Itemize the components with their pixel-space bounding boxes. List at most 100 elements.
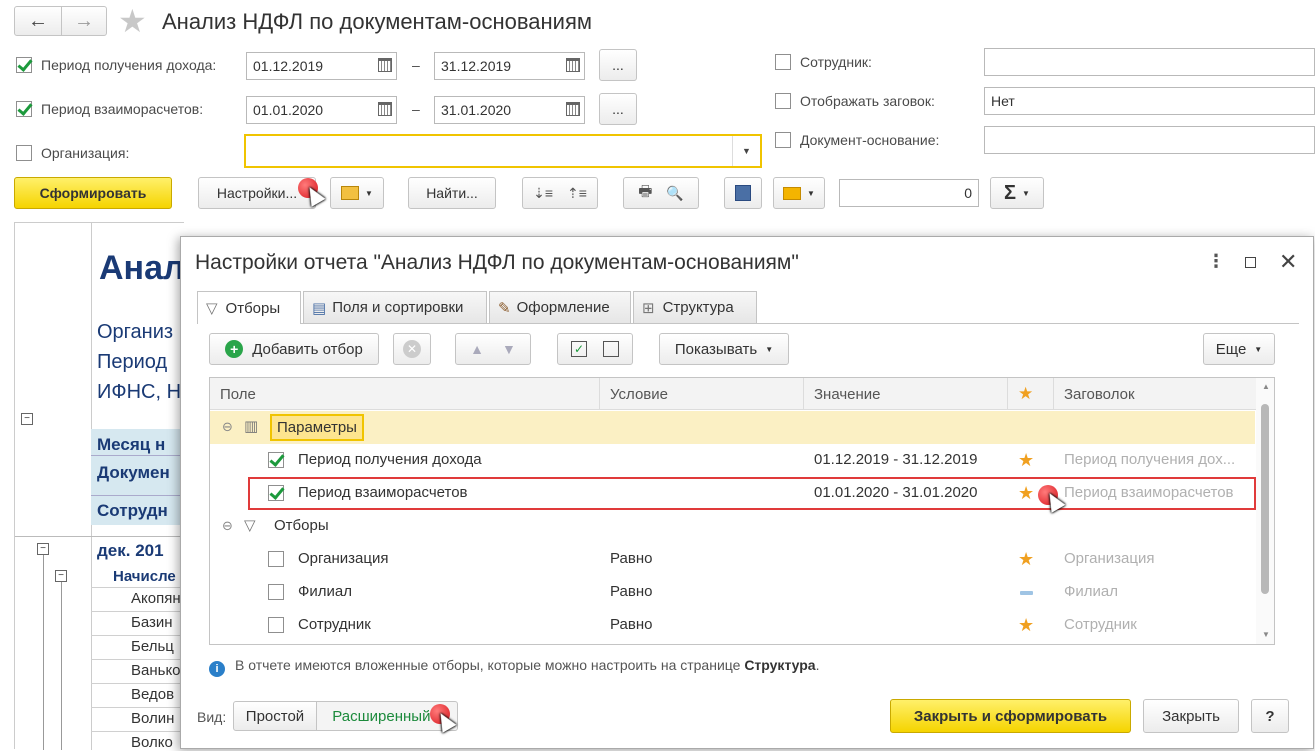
report-month-header: Месяц н xyxy=(97,435,166,454)
grid-header: Поле Условие Значение ★ Заговолок xyxy=(210,378,1274,410)
settlement-period-select-button[interactable]: ... xyxy=(599,93,637,125)
send-button[interactable]: ▼ xyxy=(773,177,825,209)
employee-checkbox[interactable] xyxy=(775,54,791,70)
star-icon[interactable]: ★ xyxy=(1018,549,1034,570)
column-condition[interactable]: Условие xyxy=(600,378,804,410)
collapse-toggle-icon[interactable]: − xyxy=(21,413,33,425)
favorite-star-icon[interactable]: ★ xyxy=(118,2,147,40)
organization-field[interactable]: ▼ xyxy=(244,134,762,168)
help-button[interactable]: ? xyxy=(1251,699,1289,733)
generate-button[interactable]: Сформировать xyxy=(14,177,172,209)
income-from-field[interactable]: 01.12.2019 xyxy=(246,52,397,80)
sum-mode-button[interactable]: Σ ▼ xyxy=(990,177,1044,209)
calendar-icon[interactable] xyxy=(566,102,580,116)
column-star-icon[interactable]: ★ xyxy=(1008,378,1054,410)
save-button[interactable] xyxy=(724,177,762,209)
scroll-thumb[interactable] xyxy=(1261,404,1269,594)
settlement-to-field[interactable]: 31.01.2020 xyxy=(434,96,585,124)
scroll-up-icon[interactable]: ▲ xyxy=(1262,382,1270,391)
arrow-up-icon: ▲ xyxy=(470,341,484,357)
table-row[interactable]: Период взаиморасчетов 01.01.2020 - 31.01… xyxy=(210,477,1256,510)
more-button[interactable]: Еще ▼ xyxy=(1203,333,1275,365)
collapse-toggle-icon[interactable]: ⊖ xyxy=(222,419,233,435)
column-header[interactable]: Заговолок xyxy=(1054,378,1258,410)
table-row[interactable]: ⊖ ▥ Параметры xyxy=(210,411,1255,444)
star-icon[interactable]: ★ xyxy=(1018,450,1034,471)
sigma-icon: Σ xyxy=(1004,181,1017,204)
scroll-down-icon[interactable]: ▼ xyxy=(1262,630,1270,639)
tab-fields-sorting[interactable]: ▤ Поля и сортировки xyxy=(303,291,487,323)
view-simple-button[interactable]: Простой xyxy=(233,701,317,731)
row-checkbox[interactable] xyxy=(268,452,284,468)
forward-button[interactable]: → xyxy=(61,6,107,36)
organization-checkbox[interactable] xyxy=(16,145,32,161)
collapse-toggle-icon[interactable]: − xyxy=(55,570,67,582)
brush-icon: ✎ xyxy=(498,299,511,317)
chevron-down-icon: ▼ xyxy=(807,188,815,198)
income-period-checkbox[interactable] xyxy=(16,57,32,73)
arrow-left-icon: ← xyxy=(28,9,48,32)
row-checkbox[interactable] xyxy=(268,617,284,633)
settings-button[interactable]: Настройки... xyxy=(198,177,316,209)
parameters-icon: ▥ xyxy=(244,418,259,435)
column-field[interactable]: Поле xyxy=(210,378,600,410)
settlement-period-checkbox[interactable] xyxy=(16,101,32,117)
collapse-icon: ⇡≡ xyxy=(567,184,587,201)
employee-field[interactable] xyxy=(984,48,1315,76)
star-icon[interactable]: ★ xyxy=(1018,483,1034,504)
base-document-label: Документ-основание: xyxy=(800,132,940,148)
column-value[interactable]: Значение xyxy=(804,378,1008,410)
back-button[interactable]: ← xyxy=(14,6,62,36)
income-period-select-button[interactable]: ... xyxy=(599,49,637,81)
tab-structure[interactable]: ⊞ Структура xyxy=(633,291,757,323)
show-header-field[interactable]: Нет xyxy=(984,87,1315,115)
tab-filters[interactable]: ▽ Отборы xyxy=(197,291,301,324)
dash: – xyxy=(412,101,420,117)
collapse-toggle-icon[interactable]: − xyxy=(37,543,49,555)
collapse-toggle-icon[interactable]: ⊖ xyxy=(222,518,233,534)
table-row[interactable]: ⊖ ▽ Отборы xyxy=(210,510,1255,543)
show-dropdown-button[interactable]: Показывать ▼ xyxy=(659,333,789,365)
table-row[interactable]: Организация Равно ★ Организация xyxy=(210,543,1255,576)
grid-scrollbar[interactable]: ▲ ▼ xyxy=(1256,378,1274,644)
tab-appearance[interactable]: ✎ Оформление xyxy=(489,291,631,323)
close-and-generate-button[interactable]: Закрыть и сформировать xyxy=(890,699,1131,733)
print-button[interactable]: 🖶 🔍 xyxy=(623,177,699,209)
more-actions-icon[interactable]: ⋮ xyxy=(1207,251,1225,272)
structure-link[interactable]: Структура xyxy=(744,657,815,673)
chevron-down-icon: ▼ xyxy=(365,188,373,198)
chevron-down-icon: ▼ xyxy=(1254,344,1263,354)
add-filter-button[interactable]: + Добавить отбор xyxy=(209,333,379,365)
find-button[interactable]: Найти... xyxy=(408,177,496,209)
sort-button[interactable]: ⇣≡ ⇡≡ xyxy=(522,177,598,209)
delete-filter-button[interactable]: ✕ xyxy=(393,333,431,365)
star-icon[interactable]: ★ xyxy=(1018,615,1034,636)
filters-grid: Поле Условие Значение ★ Заговолок ⊖ ▥ Па… xyxy=(209,377,1275,645)
maximize-icon[interactable] xyxy=(1245,257,1256,268)
income-to-field[interactable]: 31.12.2019 xyxy=(434,52,585,80)
sum-field[interactable]: 0 xyxy=(839,179,979,207)
check-all-buttons[interactable]: ✓ xyxy=(557,333,633,365)
calendar-icon[interactable] xyxy=(566,58,580,72)
base-document-checkbox[interactable] xyxy=(775,132,791,148)
arrow-right-icon: → xyxy=(74,9,94,32)
table-row[interactable]: Филиал Равно Филиал xyxy=(210,576,1255,609)
move-buttons[interactable]: ▲ ▼ xyxy=(455,333,531,365)
variants-button[interactable]: ▼ xyxy=(330,177,384,209)
dash-icon[interactable] xyxy=(1020,591,1033,595)
show-header-checkbox[interactable] xyxy=(775,93,791,109)
close-button[interactable]: Закрыть xyxy=(1143,699,1239,733)
calendar-icon[interactable] xyxy=(378,58,392,72)
table-row[interactable]: Период получения дохода 01.12.2019 - 31.… xyxy=(210,444,1255,477)
row-checkbox[interactable] xyxy=(268,485,284,501)
settlement-from-field[interactable]: 01.01.2020 xyxy=(246,96,397,124)
dropdown-arrow-icon[interactable]: ▼ xyxy=(732,136,760,166)
table-row[interactable]: Сотрудник Равно ★ Сотрудник xyxy=(210,609,1255,642)
calendar-icon[interactable] xyxy=(378,102,392,116)
structure-icon: ⊞ xyxy=(642,299,655,317)
base-document-field[interactable] xyxy=(984,126,1315,154)
info-line: iВ отчете имеются вложенные отборы, кото… xyxy=(209,657,819,677)
row-checkbox[interactable] xyxy=(268,584,284,600)
row-checkbox[interactable] xyxy=(268,551,284,567)
close-icon[interactable]: ✕ xyxy=(1279,249,1297,275)
